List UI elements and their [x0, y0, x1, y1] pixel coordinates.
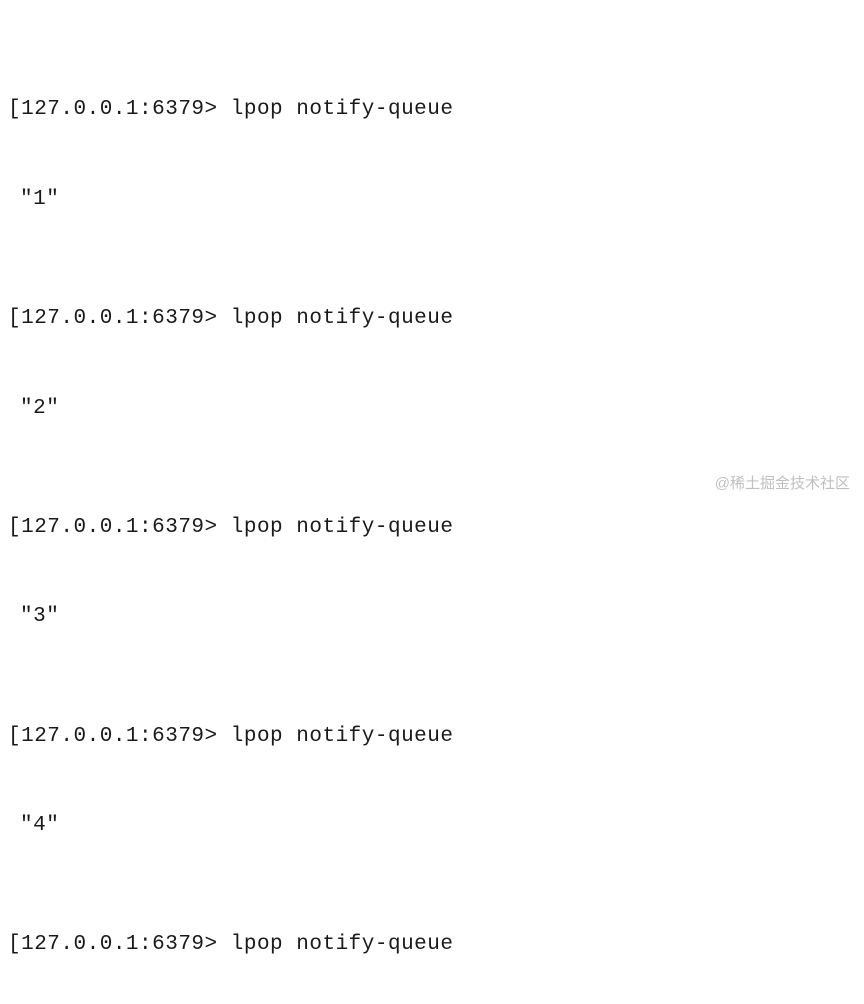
prompt: [127.0.0.1:6379>	[8, 722, 231, 752]
prompt: [127.0.0.1:6379>	[8, 513, 231, 543]
command-line: [127.0.0.1:6379> lpop notify-queue	[8, 304, 856, 334]
command-text: lpop notify-queue	[231, 513, 454, 543]
watermark-text: @稀土掘金技术社区	[715, 473, 850, 494]
command-text: lpop notify-queue	[231, 930, 454, 960]
terminal-output: [127.0.0.1:6379> lpop notify-queue "1" […	[8, 6, 856, 1004]
command-text: lpop notify-queue	[231, 95, 454, 125]
prompt: [127.0.0.1:6379>	[8, 95, 231, 125]
command-line: [127.0.0.1:6379> lpop notify-queue	[8, 95, 856, 125]
command-line: [127.0.0.1:6379> lpop notify-queue	[8, 722, 856, 752]
command-line: [127.0.0.1:6379> lpop notify-queue	[8, 513, 856, 543]
result-line: "4"	[8, 811, 856, 841]
command-text: lpop notify-queue	[231, 722, 454, 752]
prompt: [127.0.0.1:6379>	[8, 930, 231, 960]
command-line: [127.0.0.1:6379> lpop notify-queue	[8, 930, 856, 960]
result-line: "3"	[8, 602, 856, 632]
prompt: [127.0.0.1:6379>	[8, 304, 231, 334]
command-text: lpop notify-queue	[231, 304, 454, 334]
result-line: "1"	[8, 185, 856, 215]
result-line: "2"	[8, 394, 856, 424]
